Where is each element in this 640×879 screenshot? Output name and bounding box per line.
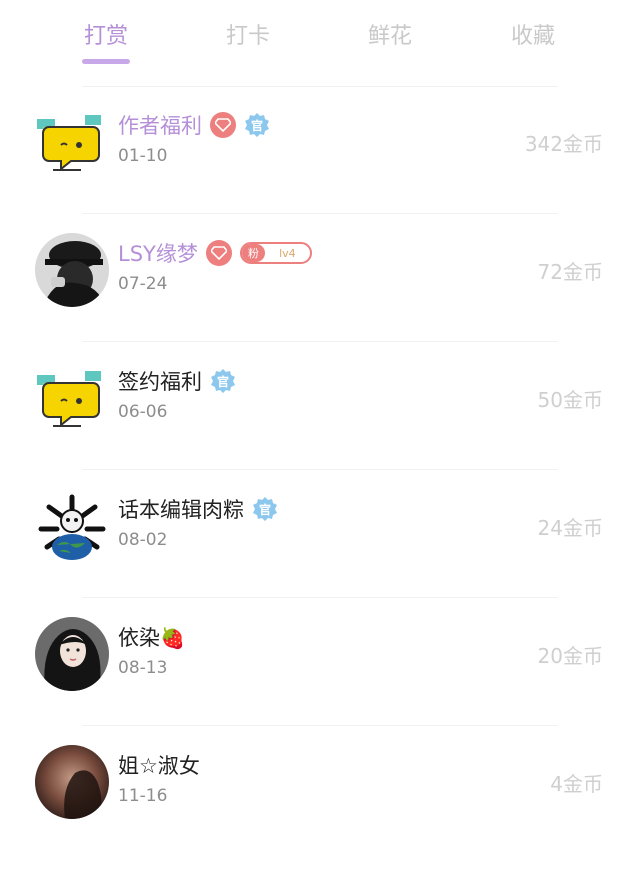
user-name[interactable]: 姐☆淑女	[118, 750, 200, 780]
user-name[interactable]: 签约福利	[118, 366, 202, 396]
user-name[interactable]: LSY缘梦	[118, 238, 198, 268]
list-item[interactable]: LSY缘梦 粉 lv4 07-24 72金币	[0, 214, 640, 342]
fan-level-badge: 粉 lv4	[239, 242, 312, 264]
name-line: 签约福利 官	[118, 366, 236, 396]
person-black-hat-avatar[interactable]	[35, 233, 109, 307]
reward-date: 08-02	[118, 530, 168, 550]
reward-date: 06-06	[118, 402, 168, 422]
name-line: 话本编辑肉粽 官	[118, 494, 278, 524]
yellow-chat-bubble-avatar[interactable]	[35, 105, 109, 179]
list-item[interactable]: 姐☆淑女 11-16 4金币	[0, 726, 640, 854]
name-line: LSY缘梦 粉 lv4	[118, 238, 312, 268]
tab-dashang[interactable]: 打赏	[84, 18, 128, 50]
strawberry-emoji-icon: 🍓	[160, 626, 185, 650]
reward-amount: 20金币	[537, 644, 603, 668]
user-name[interactable]: 话本编辑肉粽	[118, 494, 244, 524]
reward-list: 作者福利 官 01-10 342金币 LSY缘梦 粉 lv4 07-24 72金…	[0, 86, 640, 854]
list-item[interactable]: 作者福利 官 01-10 342金币	[0, 86, 640, 214]
tab-xianhua[interactable]: 鲜花	[368, 18, 412, 50]
reward-amount: 72金币	[537, 260, 603, 284]
official-badge-icon: 官	[210, 368, 236, 394]
reward-date: 01-10	[118, 146, 168, 166]
reward-amount: 24金币	[537, 516, 603, 540]
user-name[interactable]: 依染🍓	[118, 622, 185, 652]
reward-amount: 50金币	[537, 388, 603, 412]
fan-label: 粉	[241, 244, 265, 262]
reward-date: 08-13	[118, 658, 168, 678]
fan-level: lv4	[279, 246, 296, 260]
name-line: 作者福利 官	[118, 110, 270, 140]
official-badge-icon: 官	[244, 112, 270, 138]
tab-bar: 打赏 打卡 鲜花 收藏	[0, 0, 640, 86]
reward-date: 11-16	[118, 786, 168, 806]
active-tab-indicator	[82, 59, 130, 64]
girl-dark-hair-avatar[interactable]	[35, 617, 109, 691]
name-line: 依染🍓	[118, 622, 185, 652]
yellow-chat-bubble-avatar[interactable]	[35, 361, 109, 435]
blurred-portrait-avatar[interactable]	[35, 745, 109, 819]
diamond-badge-icon	[205, 240, 232, 266]
official-badge-icon: 官	[252, 496, 278, 522]
reward-amount: 4金币	[550, 772, 603, 796]
user-name[interactable]: 作者福利	[118, 110, 202, 140]
list-item[interactable]: 签约福利 官 06-06 50金币	[0, 342, 640, 470]
earth-skull-avatar[interactable]	[35, 489, 109, 563]
name-line: 姐☆淑女	[118, 750, 200, 780]
tab-daka[interactable]: 打卡	[226, 18, 270, 50]
list-item[interactable]: 依染🍓 08-13 20金币	[0, 598, 640, 726]
reward-amount: 342金币	[524, 132, 603, 156]
reward-date: 07-24	[118, 274, 168, 294]
diamond-badge-icon	[210, 112, 236, 138]
list-item[interactable]: 话本编辑肉粽 官 08-02 24金币	[0, 470, 640, 598]
tab-shoucang[interactable]: 收藏	[511, 18, 555, 50]
